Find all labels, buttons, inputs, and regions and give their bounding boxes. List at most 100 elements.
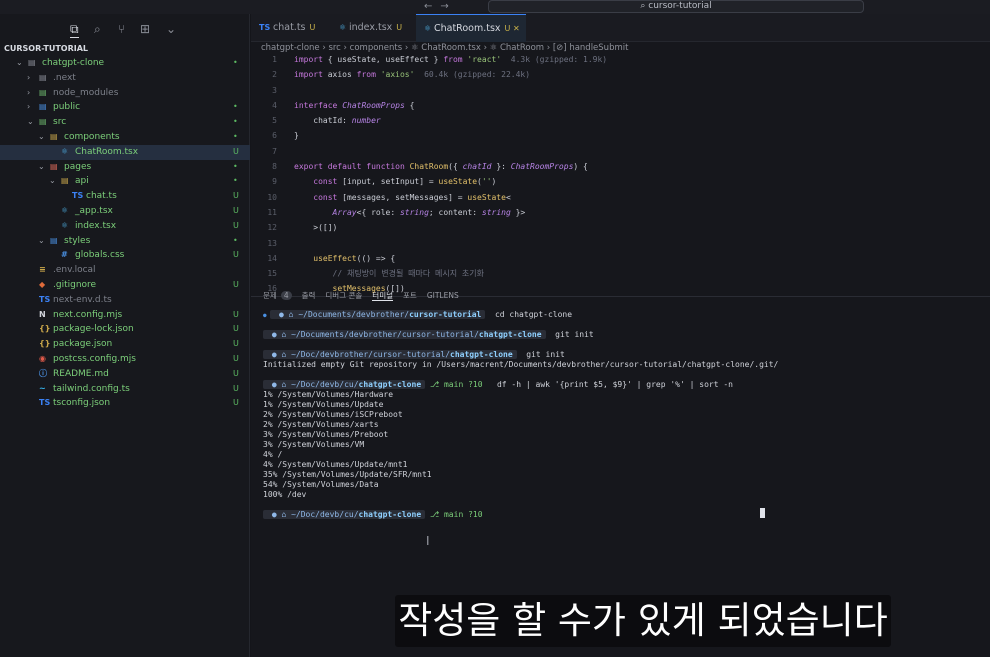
source-control-icon[interactable]: ⑂ (118, 22, 125, 36)
tree-item[interactable]: › ▤ node_modules (0, 86, 250, 101)
tree-item[interactable]: TS tsconfig.json U (0, 396, 250, 411)
git-status-badge: U (233, 191, 239, 201)
file-icon: # (61, 250, 68, 260)
problems-count-badge[interactable]: 4 (280, 291, 292, 300)
forward-arrow-icon[interactable]: → (440, 1, 448, 12)
code-line[interactable]: 14 useEffect(() => { (251, 251, 990, 266)
chevron-icon[interactable]: ⌄ (38, 160, 45, 175)
search-icon[interactable]: ⌕ (94, 22, 101, 37)
tree-item-label: index.tsx (75, 220, 117, 231)
tree-item[interactable]: ⚛ _app.tsx U (0, 204, 250, 219)
chevron-down-icon[interactable]: ⌄ (166, 22, 176, 36)
file-icon: ▤ (61, 176, 69, 186)
terminal-output-line: 4% /System/Volumes/Update/mnt1 (263, 460, 408, 469)
back-arrow-icon[interactable]: ← (424, 1, 432, 12)
nav-arrows[interactable]: ← → (424, 1, 457, 12)
chevron-icon[interactable]: › (27, 86, 30, 101)
file-icon: {} (39, 324, 51, 334)
editor-tab[interactable]: ⚛ ChatRoom.tsx U ✕ (416, 14, 526, 42)
panel-tab[interactable]: 문제 (263, 291, 277, 300)
tree-item[interactable]: ⌄ ▤ components • (0, 130, 250, 145)
tree-item-label: src (53, 117, 67, 128)
tree-item[interactable]: TS chat.ts U (0, 189, 250, 204)
command-center-search[interactable]: ⌕ cursor-tutorial (488, 0, 864, 13)
tree-item[interactable]: ⌄ ▤ styles • (0, 234, 250, 249)
code-text: export default function ChatRoom({ chatI… (294, 162, 588, 172)
tree-item[interactable]: {} package-lock.json U (0, 322, 250, 337)
code-line[interactable]: 1 import { useState, useEffect } from 're… (251, 52, 990, 67)
terminal-command: git init (516, 350, 565, 359)
git-status-badge: U (233, 339, 239, 349)
terminal-prompt: ● ⌂ ~/Documents/devbrother/cursor-tutori… (270, 310, 486, 319)
tree-item[interactable]: ≡ .env.local (0, 263, 250, 278)
tree-item[interactable]: › ▤ public • (0, 100, 250, 115)
code-line[interactable]: 15 // 채팅방이 변경될 때마다 메시지 초기화 (251, 266, 990, 281)
git-status-badge: U (233, 368, 239, 378)
tree-item-label: .next (53, 72, 76, 83)
line-number: 10 (267, 192, 277, 202)
panel-tab[interactable]: 디버그 콘솔 (325, 291, 362, 300)
tree-item[interactable]: ⌄ ▤ src • (0, 115, 250, 130)
code-line[interactable]: 12 >([]) (251, 220, 990, 235)
tree-item[interactable]: ⚛ index.tsx U (0, 219, 250, 234)
code-text: import { useState, useEffect } from 'rea… (294, 55, 608, 64)
chevron-icon[interactable]: › (27, 71, 30, 86)
code-line[interactable]: 11 Array<{ role: string; content: string… (251, 205, 990, 220)
panel-tab[interactable]: GITLENS (427, 291, 459, 300)
tree-item[interactable]: ⚛ ChatRoom.tsx U (0, 144, 250, 160)
panel-tab[interactable]: 출력 (302, 291, 316, 300)
file-icon: ⚛ (61, 205, 69, 215)
tree-item[interactable]: ⌄ ▤ chatgpt-clone • (0, 56, 250, 71)
chevron-icon[interactable]: ⌄ (16, 56, 23, 71)
code-line[interactable]: 5 chatId: number (251, 113, 990, 128)
git-status-badge: • (233, 176, 238, 186)
file-icon: ≡ (39, 265, 46, 275)
tree-item[interactable]: TS next-env.d.ts (0, 293, 250, 308)
tree-item[interactable]: # globals.css U (0, 248, 250, 263)
tab-status: U (309, 23, 316, 32)
file-icon: ▤ (28, 58, 36, 67)
tree-item[interactable]: ◆ .gitignore U (0, 278, 250, 293)
chevron-icon[interactable]: ⌄ (38, 234, 45, 249)
tree-item[interactable]: Nnext.config.mjs U (0, 308, 250, 323)
tree-item[interactable]: {} package.json U (0, 337, 250, 352)
tree-item-label: .gitignore (53, 279, 97, 290)
code-line[interactable]: 9 const [input, setInput] = useState('') (251, 174, 990, 189)
git-status-badge: U (233, 279, 239, 289)
tree-item-label: node_modules (53, 87, 119, 98)
code-line[interactable]: 10 const [messages, setMessages] = useSt… (251, 190, 990, 205)
tree-item[interactable]: ⌄ ▤ api • (0, 174, 250, 189)
tree-item-label: globals.css (75, 250, 125, 261)
code-line[interactable]: 2 import axios from 'axios' 60.4k (gzippe… (251, 67, 990, 82)
editor-tab[interactable]: ⚛ index.tsx U (331, 14, 416, 42)
title-bar: ← → ⌕ cursor-tutorial (0, 0, 990, 14)
chevron-icon[interactable]: › (27, 100, 30, 115)
explorer-header[interactable]: CURSOR-TUTORIAL (4, 44, 88, 53)
tree-item[interactable]: ~ tailwind.config.ts U (0, 382, 250, 397)
mouse-ibeam-icon: I (426, 534, 430, 548)
code-line[interactable]: 4 interface ChatRoomProps { (251, 98, 990, 113)
extensions-icon[interactable]: ⊞ (140, 22, 150, 36)
panel-tab[interactable]: 터미널 (372, 291, 393, 301)
terminal-command: git init (545, 330, 594, 339)
code-view[interactable]: 1 import { useState, useEffect } from 're… (251, 52, 990, 296)
code-line[interactable]: 8 export default function ChatRoom({ chat… (251, 159, 990, 174)
code-line[interactable]: 13 (251, 236, 990, 251)
editor-tab[interactable]: TS chat.ts U (251, 14, 331, 42)
chevron-icon[interactable]: ⌄ (38, 130, 45, 145)
panel-tab[interactable]: 포트 (403, 291, 417, 300)
terminal-prompt-line: ● ⌂ ~/Doc/devb/cu/chatgpt-clone ⎇ main ?… (263, 510, 487, 519)
code-line[interactable]: 3 (251, 83, 990, 98)
explorer-icon[interactable]: ⧉ (70, 22, 79, 38)
code-line[interactable]: 7 (251, 144, 990, 159)
chevron-icon[interactable]: ⌄ (27, 115, 34, 130)
code-line[interactable]: 6} (251, 128, 990, 143)
tree-item[interactable]: ⌄ ▤ pages • (0, 160, 250, 175)
editor-area: TS chat.ts U ⚛ index.tsx U ⚛ ChatRoom.tsx U ✕… (251, 14, 990, 657)
file-icon: ▤ (50, 131, 58, 141)
chevron-icon[interactable]: ⌄ (49, 174, 56, 189)
tree-item[interactable]: › ▤ .next (0, 71, 250, 86)
terminal-output-line: 3% /System/Volumes/VM (263, 440, 365, 449)
tree-item[interactable]: ⓘ README.md U (0, 367, 250, 382)
tree-item[interactable]: ◉ postcss.config.mjs U (0, 352, 250, 367)
